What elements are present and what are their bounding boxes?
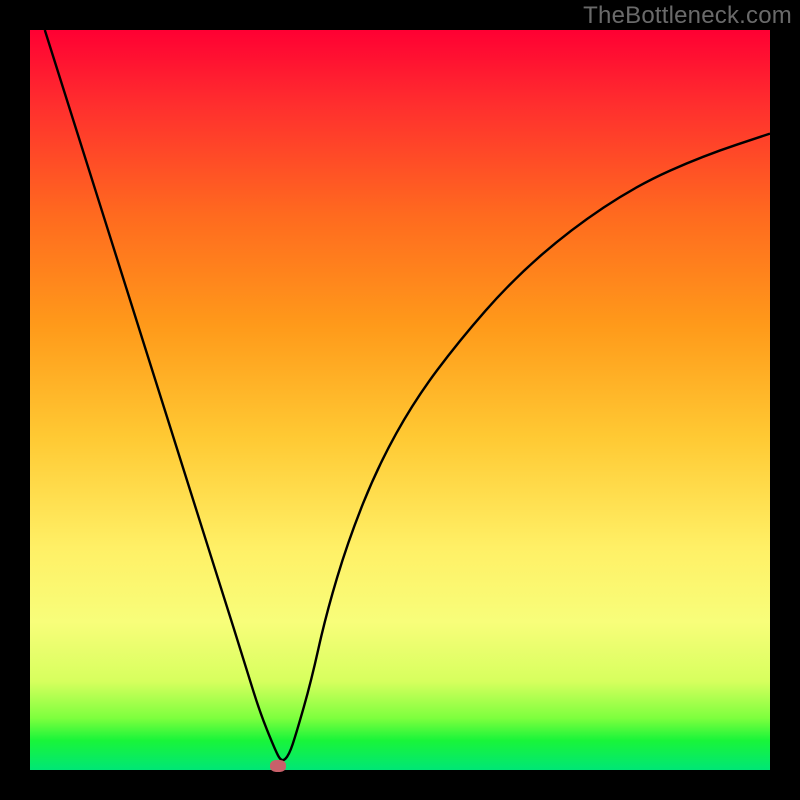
- bottleneck-curve: [45, 30, 770, 760]
- curve-layer: [30, 30, 770, 770]
- chart-container: { "watermark": "TheBottleneck.com", "cha…: [0, 0, 800, 800]
- watermark-text: TheBottleneck.com: [583, 2, 792, 30]
- optimal-point-marker: [270, 760, 286, 772]
